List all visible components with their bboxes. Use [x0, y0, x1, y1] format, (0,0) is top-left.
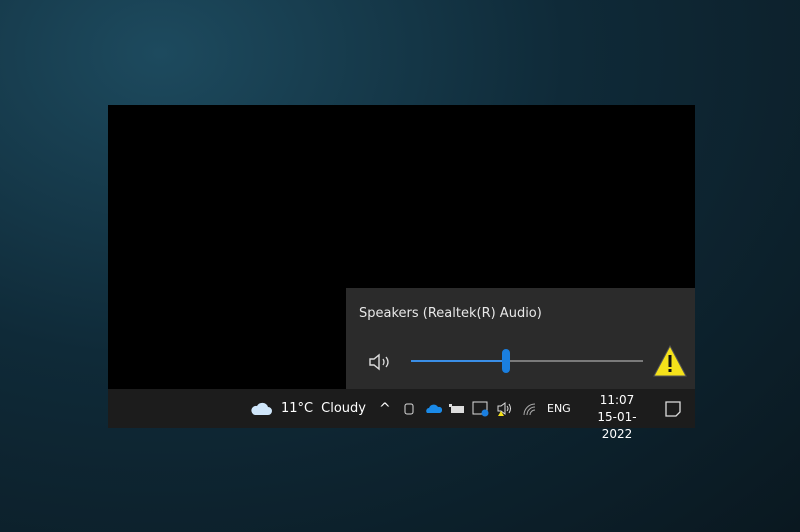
- speaker-icon[interactable]: [368, 352, 394, 372]
- weather-desc: Cloudy: [321, 401, 366, 416]
- clock-time: 11:07: [599, 393, 635, 407]
- warning-icon: [653, 344, 687, 377]
- show-hidden-icons-chevron-icon[interactable]: ^: [379, 389, 391, 428]
- volume-slider[interactable]: [411, 349, 643, 373]
- clock-date: 15-01-2022: [597, 410, 637, 441]
- security-icon[interactable]: [472, 389, 490, 428]
- volume-warning-icon[interactable]: [496, 389, 514, 428]
- battery-icon[interactable]: [448, 389, 466, 428]
- weather-widget[interactable]: 11°C Cloudy: [250, 389, 366, 428]
- wifi-icon[interactable]: [522, 389, 538, 428]
- input-language[interactable]: ENG: [547, 389, 571, 428]
- notifications-icon[interactable]: [664, 389, 682, 428]
- meet-now-icon[interactable]: [403, 389, 415, 428]
- weather-temp: 11°C: [281, 401, 314, 416]
- clock[interactable]: 11:07 15-01-2022: [583, 392, 651, 443]
- volume-slider-thumb[interactable]: [502, 349, 511, 373]
- volume-slider-fill: [411, 360, 507, 362]
- taskbar: 11°C Cloudy ^ ENG 11:07 15-01-2022: [108, 389, 695, 441]
- onedrive-icon[interactable]: [424, 389, 442, 428]
- cloud-icon: [251, 402, 272, 415]
- audio-device-name[interactable]: Speakers (Realtek(R) Audio): [359, 306, 542, 321]
- volume-flyout: Speakers (Realtek(R) Audio): [346, 288, 695, 389]
